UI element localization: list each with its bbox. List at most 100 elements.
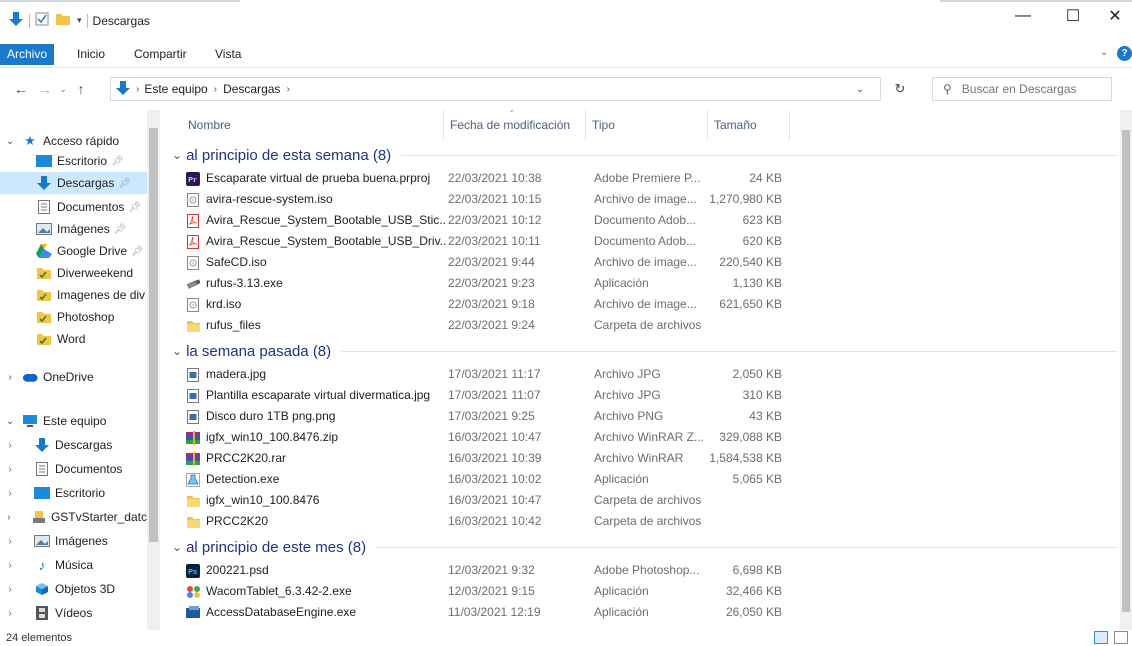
- breadcrumb-descargas[interactable]: Descargas: [223, 82, 280, 96]
- table-row[interactable]: Avira_Rescue_System_Bootable_USB_Stic...…: [174, 210, 794, 231]
- usb-app-icon: [186, 277, 200, 291]
- nav-onedrive[interactable]: › OneDrive: [0, 366, 147, 388]
- chevron-down-icon[interactable]: ⌄: [172, 540, 182, 554]
- group-label: al principio de esta semana (8): [186, 146, 392, 164]
- chevron-right-icon[interactable]: ›: [4, 536, 16, 547]
- table-row[interactable]: Plantilla escaparate virtual divermatica…: [174, 385, 794, 406]
- nav-pc-escritorio[interactable]: › Escritorio: [0, 482, 147, 504]
- chevron-right-icon[interactable]: ›: [4, 608, 16, 619]
- table-row[interactable]: SafeCD.iso 22/03/2021 9:44 Archivo de imag…: [174, 252, 794, 273]
- pin-icon[interactable]: 📌︎: [128, 202, 141, 213]
- nav-label: Acceso rápido: [43, 134, 120, 148]
- file-name: Disco duro 1TB png.png: [206, 409, 336, 423]
- nav-pc-objetos-3d[interactable]: › Objetos 3D: [0, 578, 147, 600]
- table-row[interactable]: Avira_Rescue_System_Bootable_USB_Driv...…: [174, 231, 794, 252]
- table-row[interactable]: Disco duro 1TB png.png 17/03/2021 9:25 Arc…: [174, 406, 794, 427]
- group-header[interactable]: ⌄ al principio de esta semana (8): [172, 144, 1117, 166]
- table-row[interactable]: rufus_files 22/03/2021 9:24 Carpeta de arc…: [174, 315, 794, 336]
- pin-icon[interactable]: 📌︎: [111, 156, 124, 167]
- nav-item-descargas[interactable]: Descargas 📌︎: [0, 172, 147, 194]
- table-row[interactable]: rufus-3.13.exe 22/03/2021 9:23 Aplicación 1…: [174, 273, 794, 294]
- tab-vista[interactable]: Vista: [208, 44, 248, 65]
- group-divider: [376, 546, 1117, 548]
- table-row[interactable]: WacomTablet_6.3.42-2.exe 12/03/2021 9:15 A…: [174, 581, 794, 602]
- tab-compartir[interactable]: Compartir: [127, 44, 194, 65]
- group-header[interactable]: ⌄ la semana pasada (8): [172, 340, 1117, 362]
- nav-item-word[interactable]: Word: [0, 328, 147, 350]
- nav-item-imagenes[interactable]: Imágenes 📌︎: [0, 218, 147, 240]
- ribbon-expand-icon[interactable]: ⌄: [1100, 47, 1108, 58]
- properties-icon[interactable]: [35, 12, 49, 29]
- chevron-down-icon[interactable]: ⌄: [4, 416, 16, 427]
- pin-icon[interactable]: 📌︎: [118, 178, 131, 189]
- pin-icon[interactable]: 📌︎: [114, 224, 127, 235]
- nav-pc-gstvstarter[interactable]: › GSTvStarter_datc: [0, 506, 147, 528]
- file-date: 16/03/2021 10:47: [448, 493, 542, 507]
- nav-pc-videos[interactable]: › Vídeos: [0, 602, 147, 624]
- large-icons-view-icon[interactable]: [1114, 631, 1128, 644]
- nav-pc-descargas[interactable]: › Descargas: [0, 434, 147, 456]
- chevron-right-icon[interactable]: ›: [4, 372, 16, 383]
- column-header-tamano[interactable]: Tamaño: [708, 110, 790, 140]
- nav-item-escritorio[interactable]: Escritorio 📌︎: [0, 150, 147, 172]
- chevron-right-icon[interactable]: ›: [4, 512, 14, 523]
- nav-scrollbar-thumb[interactable]: [149, 128, 158, 542]
- table-row[interactable]: igfx_win10_100.8476.zip 16/03/2021 10:47 A…: [174, 427, 794, 448]
- search-input[interactable]: [961, 82, 1102, 96]
- chevron-down-icon[interactable]: ⌄: [172, 148, 182, 162]
- table-row[interactable]: krd.iso 22/03/2021 9:18 Archivo de image..…: [174, 294, 794, 315]
- group-header[interactable]: ⌄ al principio de este mes (8): [172, 536, 1117, 558]
- back-arrow-icon[interactable]: ←: [10, 78, 32, 100]
- address-dropdown-icon[interactable]: ⌄: [856, 84, 864, 95]
- tab-archivo[interactable]: Archivo: [0, 44, 55, 65]
- help-icon[interactable]: ?: [1117, 46, 1132, 61]
- column-header-nombre[interactable]: Nombre: [182, 110, 444, 140]
- file-name: Escaparate virtual de prueba buena.prpro…: [206, 171, 431, 185]
- nav-pc-documentos[interactable]: › Documentos: [0, 458, 147, 480]
- tab-inicio[interactable]: Inicio: [70, 44, 112, 65]
- nav-acceso-rapido[interactable]: ⌄ ★ Acceso rápido: [0, 130, 147, 152]
- table-row[interactable]: igfx_win10_100.8476 16/03/2021 10:47 Carpe…: [174, 490, 794, 511]
- table-row[interactable]: AccessDatabaseEngine.exe 11/03/2021 12:19…: [174, 602, 794, 623]
- chevron-down-icon[interactable]: ⌄: [172, 344, 182, 358]
- content-scrollbar-thumb[interactable]: [1122, 130, 1130, 612]
- breadcrumb-este-equipo[interactable]: Este equipo: [144, 82, 207, 96]
- minimize-button[interactable]: —: [1000, 0, 1046, 32]
- chevron-right-icon[interactable]: ›: [4, 584, 16, 595]
- refresh-icon[interactable]: ↻: [889, 78, 911, 100]
- file-type: Documento Adob...: [594, 234, 697, 248]
- up-arrow-icon[interactable]: ↑: [70, 78, 92, 100]
- nav-item-diverweekend[interactable]: Diverweekend: [0, 262, 147, 284]
- chevron-right-icon[interactable]: ›: [4, 560, 16, 571]
- file-name-cell: avira-rescue-system.iso: [186, 189, 446, 210]
- chevron-right-icon[interactable]: ›: [4, 440, 16, 451]
- chevron-right-icon[interactable]: ›: [4, 464, 16, 475]
- details-view-icon[interactable]: [1094, 631, 1108, 644]
- table-row[interactable]: avira-rescue-system.iso 22/03/2021 10:15 A…: [174, 189, 794, 210]
- file-name: 200221.psd: [206, 563, 269, 577]
- file-type: Archivo PNG: [594, 409, 664, 423]
- table-row[interactable]: PRCC2K20.rar 16/03/2021 10:39 Archivo WinR…: [174, 448, 794, 469]
- table-row[interactable]: PRCC2K20 16/03/2021 10:42 Carpeta de archi…: [174, 511, 794, 532]
- nav-item-photoshop[interactable]: Photoshop: [0, 306, 147, 328]
- table-row[interactable]: Detection.exe 16/03/2021 10:02 Aplicación 5…: [174, 469, 794, 490]
- table-row[interactable]: Pr Escaparate virtual de prueba buena.prp…: [174, 168, 794, 189]
- nav-item-google-drive[interactable]: Google Drive 📌︎: [0, 240, 147, 262]
- new-folder-icon[interactable]: [55, 12, 71, 29]
- nav-pc-imagenes[interactable]: › Imágenes: [0, 530, 147, 552]
- table-row[interactable]: Ps 200221.psd 12/03/2021 9:32 Adobe Photosh…: [174, 560, 794, 581]
- nav-item-imagenes-de-div[interactable]: Imagenes de div: [0, 284, 147, 306]
- nav-este-equipo[interactable]: ⌄ Este equipo: [0, 410, 147, 432]
- chevron-down-icon[interactable]: ⌄: [4, 136, 16, 147]
- nav-item-documentos[interactable]: Documentos 📌︎: [0, 196, 147, 218]
- maximize-button[interactable]: ☐: [1050, 0, 1096, 32]
- chevron-right-icon[interactable]: ›: [4, 488, 16, 499]
- close-button[interactable]: ✕: [1092, 0, 1132, 32]
- quick-access-dropdown-icon[interactable]: ▾: [77, 15, 82, 26]
- pin-icon[interactable]: 📌︎: [131, 246, 144, 257]
- search-box[interactable]: ⚲: [932, 77, 1112, 101]
- column-header-tipo[interactable]: Tipo: [586, 110, 708, 140]
- address-bar[interactable]: › Este equipo › Descargas › ⌄: [110, 77, 881, 101]
- table-row[interactable]: madera.jpg 17/03/2021 11:17 Archivo JPG 2,0…: [174, 364, 794, 385]
- nav-pc-musica[interactable]: › ♪ Música: [0, 554, 147, 576]
